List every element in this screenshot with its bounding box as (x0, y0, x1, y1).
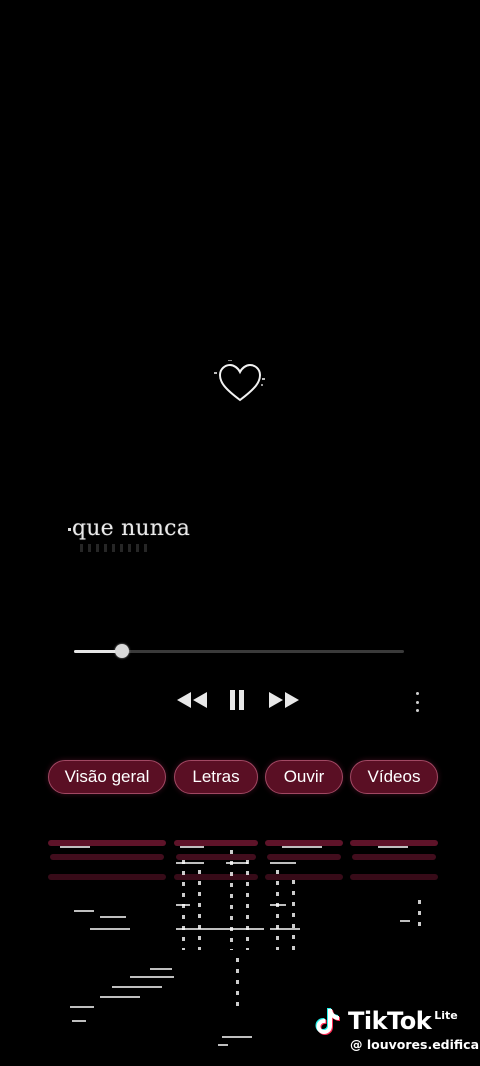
lyric-glitch-artifact (80, 544, 150, 552)
fast-forward-button[interactable] (264, 684, 304, 716)
progress-bar[interactable] (74, 644, 404, 658)
creator-handle: @ louvores.edifica (350, 1037, 480, 1052)
pause-button[interactable] (222, 684, 252, 716)
chip-videos[interactable]: Vídeos (350, 760, 438, 794)
pause-icon (230, 690, 244, 710)
chip-overview[interactable]: Visão geral (48, 760, 166, 794)
chip-lyrics[interactable]: Letras (174, 760, 258, 794)
tiktok-watermark: TikTok Lite (314, 1004, 474, 1038)
tiktok-lite-label: Lite (434, 1008, 458, 1022)
lyric-line: que nunca (67, 516, 191, 541)
chip-listen[interactable]: Ouvir (265, 760, 343, 794)
more-vertical-icon[interactable] (412, 692, 422, 712)
heart-icon (214, 360, 266, 406)
tiktok-brand: TikTok (348, 1007, 432, 1035)
rewind-button[interactable] (172, 684, 212, 716)
progress-thumb[interactable] (114, 644, 129, 658)
playback-controls (170, 684, 310, 716)
fast-forward-icon (269, 692, 299, 708)
rewind-icon (177, 692, 207, 708)
tiktok-logo-icon (315, 1008, 340, 1035)
